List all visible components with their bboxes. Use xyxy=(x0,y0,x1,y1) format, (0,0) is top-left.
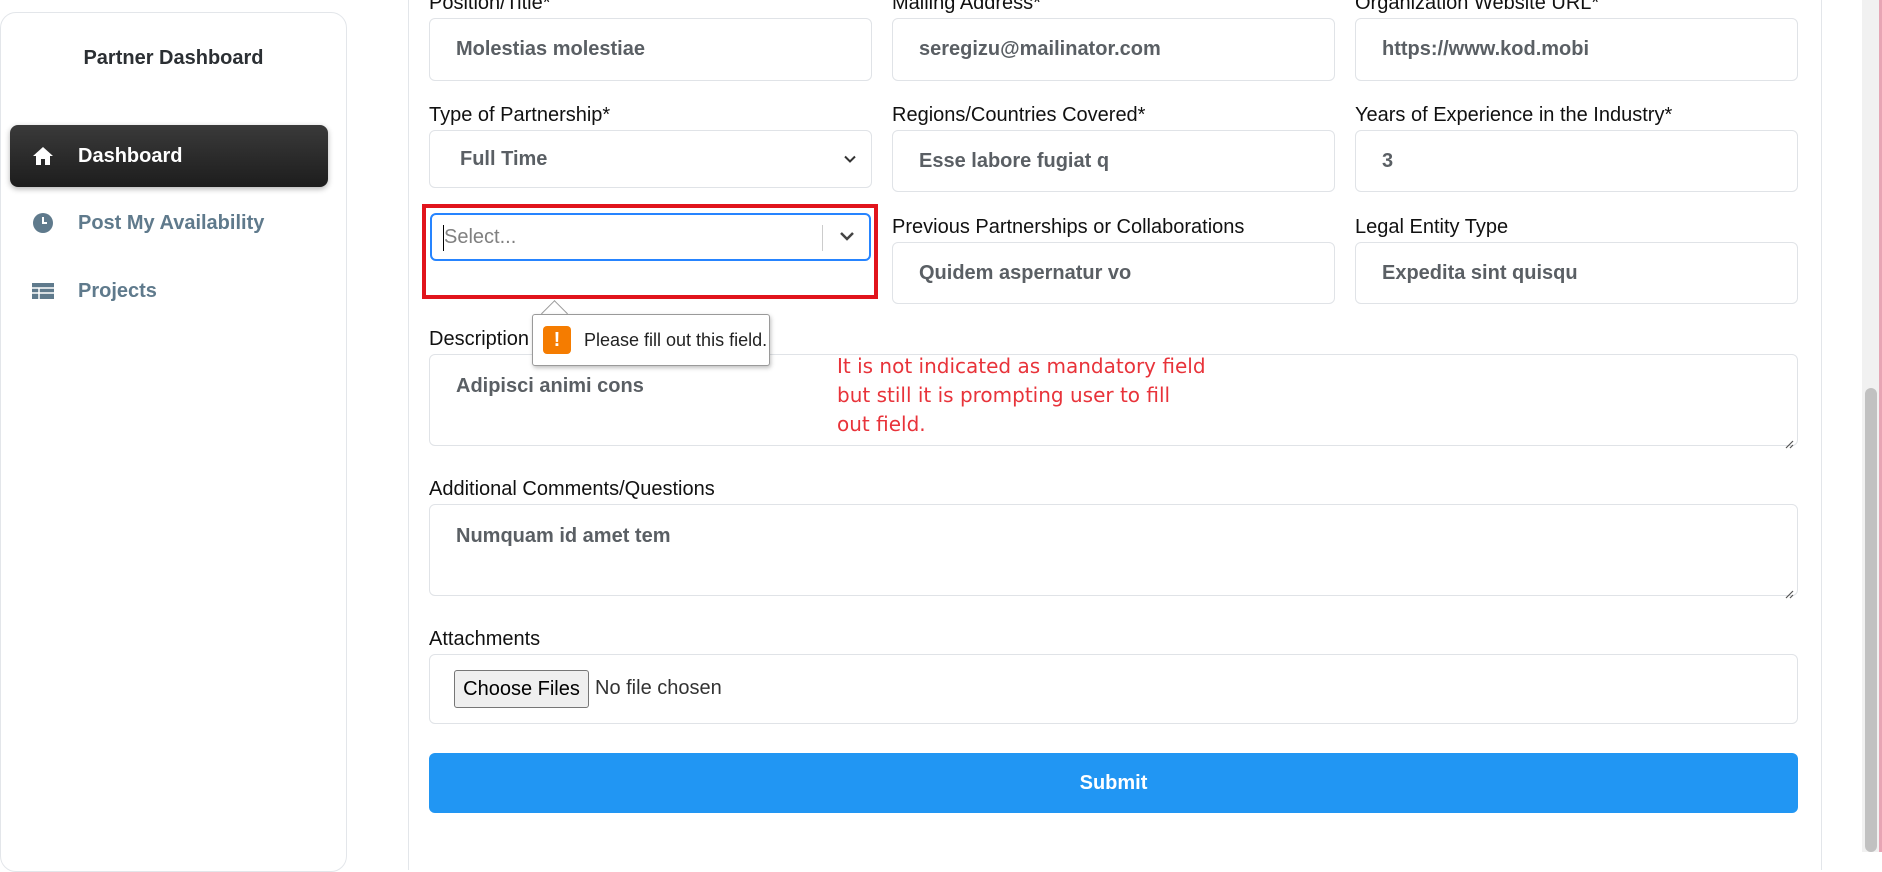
warning-icon: ! xyxy=(543,326,571,354)
highlight-box xyxy=(422,204,878,299)
website-label: Organization Website URL* xyxy=(1355,0,1600,14)
partnership-type-select[interactable]: Full Time xyxy=(429,130,872,188)
annotation-line: out field. xyxy=(837,412,926,436)
file-status: No file chosen xyxy=(595,677,722,699)
sidebar-item-label: Post My Availability xyxy=(78,211,265,234)
sidebar-brand: Partner Dashboard xyxy=(83,47,264,69)
partnership-type-value: Full Time xyxy=(460,147,548,170)
position-title-input[interactable]: Molestias molestiae xyxy=(429,18,872,81)
chevron-down-icon xyxy=(843,148,857,171)
clock-icon xyxy=(30,210,56,236)
submit-button[interactable]: Submit xyxy=(429,753,1798,813)
scrollbar-thumb[interactable] xyxy=(1865,388,1877,852)
description-label: Description xyxy=(429,328,530,350)
website-input[interactable]: https://www.kod.mobi xyxy=(1355,18,1798,81)
tooltip-text: Please fill out this field. xyxy=(584,329,768,350)
sidebar-item-label: Dashboard xyxy=(78,144,183,167)
comments-value: Numquam id amet tem xyxy=(456,525,671,547)
resize-handle-icon[interactable] xyxy=(1784,432,1794,449)
regions-label: Regions/Countries Covered* xyxy=(892,104,1146,126)
previous-partnerships-label: Previous Partnerships or Collaborations xyxy=(892,216,1245,238)
annotation-line: It is not indicated as mandatory field xyxy=(837,354,1206,378)
legal-entity-label: Legal Entity Type xyxy=(1355,216,1509,238)
description-value: Adipisci animi cons xyxy=(456,375,644,397)
sidebar: Partner Dashboard Dashboard Post My Avai… xyxy=(0,12,347,872)
position-title-label: Position/Title* xyxy=(429,0,551,14)
sidebar-item-projects[interactable]: Projects xyxy=(10,260,328,322)
annotation-line: but still it is prompting user to fill xyxy=(837,383,1171,407)
resize-handle-icon[interactable] xyxy=(1784,582,1794,599)
sidebar-item-label: Projects xyxy=(78,279,157,302)
sidebar-item-dashboard[interactable]: Dashboard xyxy=(10,125,328,187)
home-icon xyxy=(30,143,56,169)
experience-input[interactable]: 3 xyxy=(1355,130,1798,192)
choose-files-button[interactable]: Choose Files xyxy=(454,670,589,708)
sidebar-item-post-availability[interactable]: Post My Availability xyxy=(10,192,328,254)
annotation-note: It is not indicated as mandatory field b… xyxy=(837,352,1217,439)
legal-entity-input[interactable]: Expedita sint quisqu xyxy=(1355,242,1798,304)
table-icon xyxy=(30,278,56,304)
comments-label: Additional Comments/Questions xyxy=(429,478,715,500)
experience-label: Years of Experience in the Industry* xyxy=(1355,104,1673,126)
regions-input[interactable]: Esse labore fugiat q xyxy=(892,130,1335,192)
attachments-label: Attachments xyxy=(429,628,541,650)
comments-textarea[interactable]: Numquam id amet tem xyxy=(429,504,1798,599)
previous-partnerships-input[interactable]: Quidem aspernatur vo xyxy=(892,242,1335,304)
mailing-address-label: Mailing Address* xyxy=(892,0,1041,14)
partnership-type-label: Type of Partnership* xyxy=(429,104,611,126)
validation-tooltip: ! Please fill out this field. xyxy=(532,314,770,366)
mailing-address-input[interactable]: seregizu@mailinator.com xyxy=(892,18,1335,81)
